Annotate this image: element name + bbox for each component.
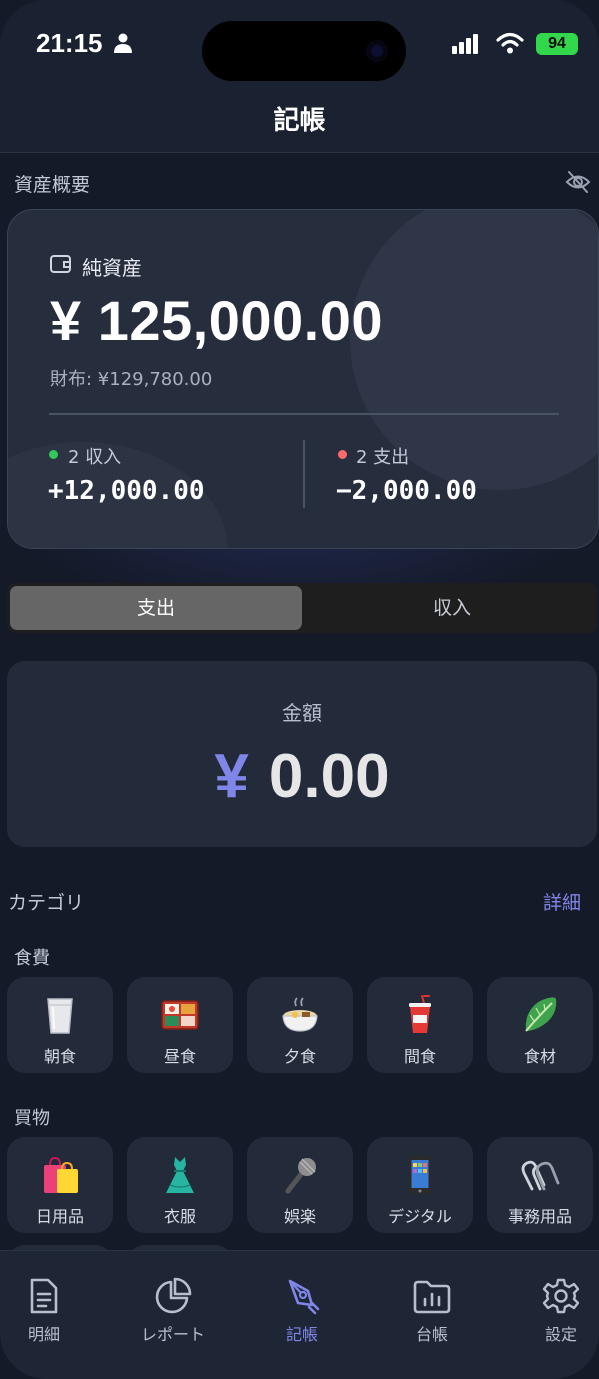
tab-report[interactable]: レポート xyxy=(133,1277,213,1345)
tab-label: レポート xyxy=(140,1325,205,1344)
category-clothes[interactable]: 衣服 xyxy=(127,1137,233,1233)
amount-label: 金額 xyxy=(282,701,322,725)
category-digital[interactable]: デジタル xyxy=(367,1137,473,1233)
camera-icon xyxy=(366,40,388,62)
status-time: 21:15 xyxy=(36,28,103,58)
category-label: 間食 xyxy=(403,1047,436,1066)
asset-summary-card: 純資産 ¥ 125,000.00 財布: ¥129,780.00 2 収入 +1… xyxy=(7,209,599,549)
milk-glass-icon xyxy=(47,998,73,1034)
ramen-bowl-icon xyxy=(282,997,318,1032)
category-group-title: 食費 xyxy=(14,948,50,969)
tab-record[interactable]: 記帳 xyxy=(262,1277,342,1345)
tab-ledger[interactable]: 台帳 xyxy=(392,1277,472,1345)
category-label: 娯楽 xyxy=(283,1207,316,1226)
amount-display[interactable]: ¥0.00 xyxy=(7,741,597,812)
divider xyxy=(49,413,559,415)
smartphone-icon xyxy=(409,1156,431,1194)
overview-section-title: 資産概要 xyxy=(14,174,91,196)
category-label: 昼食 xyxy=(163,1047,196,1066)
category-detail-link[interactable]: 詳細 xyxy=(543,888,581,915)
tab-label: 台帳 xyxy=(415,1325,448,1344)
tab-label: 明細 xyxy=(27,1325,60,1344)
net-assets-label: 純資産 xyxy=(82,256,142,280)
category-label: 朝食 xyxy=(43,1047,76,1066)
category-entertainment[interactable]: 娯楽 xyxy=(247,1137,353,1233)
category-label: 食材 xyxy=(523,1047,556,1066)
category-daily-goods[interactable]: 日用品 xyxy=(7,1137,113,1233)
net-assets-amount: ¥ 125,000.00 xyxy=(50,289,383,352)
tab-label: 記帳 xyxy=(285,1325,318,1344)
divider xyxy=(303,440,305,508)
folder-chart-icon xyxy=(413,1280,451,1314)
category-section-title: カテゴリ xyxy=(8,892,85,914)
wifi-icon xyxy=(496,32,524,54)
shopping-bags-icon xyxy=(44,1156,78,1193)
drink-cup-icon xyxy=(409,995,431,1033)
person-icon xyxy=(114,33,132,53)
microphone-icon xyxy=(285,1158,316,1194)
segment-income[interactable]: 収入 xyxy=(307,586,597,630)
category-breakfast[interactable]: 朝食 xyxy=(7,977,113,1073)
expense-value: −2,000.00 xyxy=(336,476,477,506)
category-office-supplies[interactable]: 事務用品 xyxy=(487,1137,593,1233)
currency-symbol: ¥ xyxy=(214,742,249,811)
wallet-balance: 財布: ¥129,780.00 xyxy=(50,369,213,390)
page-title: 記帳 xyxy=(273,106,326,136)
battery-indicator: 94 xyxy=(536,33,578,55)
bento-box-icon xyxy=(161,1000,199,1030)
app-screen: 21:15 94 記帳 資産概要 純資産 ¥ 125,000.00 財布: ¥1… xyxy=(0,0,599,1379)
income-value: +12,000.00 xyxy=(48,476,205,506)
wallet-icon xyxy=(50,255,71,273)
category-groceries[interactable]: 食材 xyxy=(487,977,593,1073)
tab-bar: 明細 レポート 記帳 台帳 設定 xyxy=(0,1250,599,1379)
income-label: 2 収入 xyxy=(68,447,122,468)
category-label: 夕食 xyxy=(283,1047,316,1066)
tab-details[interactable]: 明細 xyxy=(4,1277,84,1345)
paperclip-icon xyxy=(521,1160,560,1191)
amount-value: 0.00 xyxy=(268,742,390,811)
segment-expense[interactable]: 支出 xyxy=(10,586,302,630)
category-group-title: 買物 xyxy=(14,1108,50,1129)
type-segmented-control: 支出 収入 xyxy=(7,583,597,633)
tab-settings[interactable]: 設定 xyxy=(521,1277,599,1345)
category-lunch[interactable]: 昼食 xyxy=(127,977,233,1073)
amount-input-card[interactable]: 金額 ¥0.00 xyxy=(7,661,597,847)
status-bar: 21:15 94 xyxy=(0,0,599,90)
category-label: 衣服 xyxy=(163,1207,196,1226)
document-icon xyxy=(30,1278,58,1314)
income-dot-icon xyxy=(49,450,58,459)
pen-icon xyxy=(288,1279,320,1315)
category-snack[interactable]: 間食 xyxy=(367,977,473,1073)
leafy-green-icon xyxy=(525,997,557,1032)
gear-icon xyxy=(542,1278,580,1314)
tab-label: 設定 xyxy=(544,1325,577,1344)
nav-bar: 記帳 xyxy=(0,90,599,153)
category-label: 事務用品 xyxy=(507,1207,572,1226)
expense-dot-icon xyxy=(338,450,347,459)
category-label: デジタル xyxy=(388,1207,452,1226)
dress-icon xyxy=(166,1157,194,1193)
eye-slash-icon[interactable] xyxy=(564,168,592,196)
category-label: 日用品 xyxy=(35,1207,84,1226)
expense-label: 2 支出 xyxy=(356,447,410,468)
category-dinner[interactable]: 夕食 xyxy=(247,977,353,1073)
pie-chart-icon xyxy=(155,1277,192,1314)
